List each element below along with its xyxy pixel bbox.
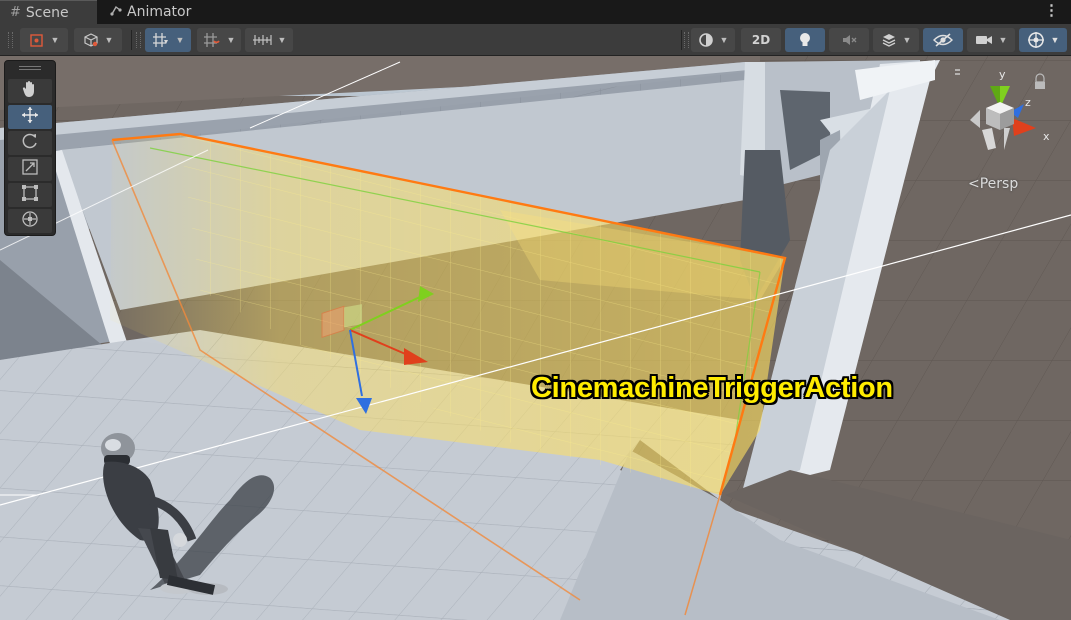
shading-mode-dropdown[interactable]: ▼ [691, 28, 735, 52]
move-icon [21, 106, 39, 129]
tab-scene[interactable]: # Scene [0, 0, 97, 24]
snap-settings-dropdown[interactable]: ▼ [197, 28, 241, 52]
tool-overlay [4, 60, 56, 236]
gizmos-dropdown[interactable]: ▼ [1019, 28, 1067, 52]
rect-tool[interactable] [8, 183, 52, 207]
ruler-icon [252, 33, 272, 47]
axis-y-label: y [999, 68, 1006, 81]
rotate-tool[interactable] [8, 131, 52, 155]
2d-mode-toggle[interactable]: 2D [741, 28, 781, 52]
axis-x-label: x [1043, 130, 1050, 143]
grid-snapping-toggle[interactable]: ▼ [145, 28, 191, 52]
chevron-down-icon: ▼ [719, 35, 729, 45]
increment-snap-dropdown[interactable]: ▼ [245, 28, 293, 52]
camera-icon [975, 34, 993, 46]
snap-icon [203, 32, 221, 48]
grid-icon [152, 32, 170, 48]
tab-bar: # Scene Animator ⋮ [0, 0, 1071, 24]
layers-icon [881, 32, 897, 48]
gizmo-globe-icon [1027, 31, 1045, 49]
projection-toggle[interactable]: <Persp [968, 176, 1018, 192]
tab-scene-label: Scene [25, 4, 69, 21]
hand-tool[interactable] [8, 79, 52, 103]
more-options-icon[interactable]: ⋮ [1044, 3, 1059, 19]
scale-tool[interactable] [8, 157, 52, 181]
chevron-down-icon: ▼ [175, 35, 185, 45]
overlay-drag-handle[interactable] [19, 66, 41, 70]
axis-z-label: z [1025, 96, 1031, 109]
scene-render [0, 56, 1071, 620]
chevron-down-icon: ▼ [277, 35, 287, 45]
toolbar-grip [136, 32, 141, 48]
toolbar-divider [131, 30, 132, 50]
toolbar-divider [681, 30, 682, 50]
scale-icon [21, 158, 39, 181]
chevron-left-icon: < [968, 176, 980, 192]
hash-icon: # [10, 5, 21, 20]
gizmo-view-icon [29, 32, 45, 48]
effects-dropdown[interactable]: ▼ [873, 28, 919, 52]
animator-icon [110, 4, 122, 20]
chevron-down-icon: ▼ [902, 35, 912, 45]
rect-icon [21, 184, 39, 207]
projection-label: Persp [979, 176, 1019, 192]
chevron-down-icon: ▼ [998, 35, 1008, 45]
scene-toolbar: ▼ ▼ ▼ ▼ ▼ ▼ 2D ▼ ▼ ▼ [0, 24, 1071, 56]
camera-settings-dropdown[interactable]: ▼ [967, 28, 1015, 52]
tab-animator-label: Animator [127, 4, 192, 20]
transform-tool[interactable] [8, 209, 52, 233]
chevron-down-icon: ▼ [226, 35, 236, 45]
draw-mode-dropdown[interactable]: ▼ [74, 28, 122, 52]
hand-icon [22, 80, 38, 103]
move-tool[interactable] [8, 105, 52, 129]
speaker-muted-icon [841, 33, 857, 47]
scene-visibility-toggle[interactable] [923, 28, 963, 52]
shaded-sphere-icon [698, 32, 714, 48]
chevron-down-icon: ▼ [104, 35, 114, 45]
chevron-down-icon: ▼ [50, 35, 60, 45]
transform-icon [21, 210, 39, 233]
object-label: CinemachineTriggerAction [531, 372, 893, 404]
toolbar-grip [8, 32, 13, 48]
light-bulb-icon [798, 32, 812, 48]
view-options-dropdown[interactable]: ▼ [20, 28, 68, 52]
scene-viewport[interactable]: CinemachineTriggerAction y z x <Persp [0, 56, 1071, 620]
cube-icon [83, 32, 99, 48]
eye-hidden-icon [933, 33, 953, 47]
tab-animator[interactable]: Animator [110, 0, 191, 24]
rotate-icon [21, 132, 39, 155]
chevron-down-icon: ▼ [1050, 35, 1060, 45]
toolbar-grip [684, 32, 689, 48]
lighting-toggle[interactable] [785, 28, 825, 52]
audio-toggle[interactable] [829, 28, 869, 52]
